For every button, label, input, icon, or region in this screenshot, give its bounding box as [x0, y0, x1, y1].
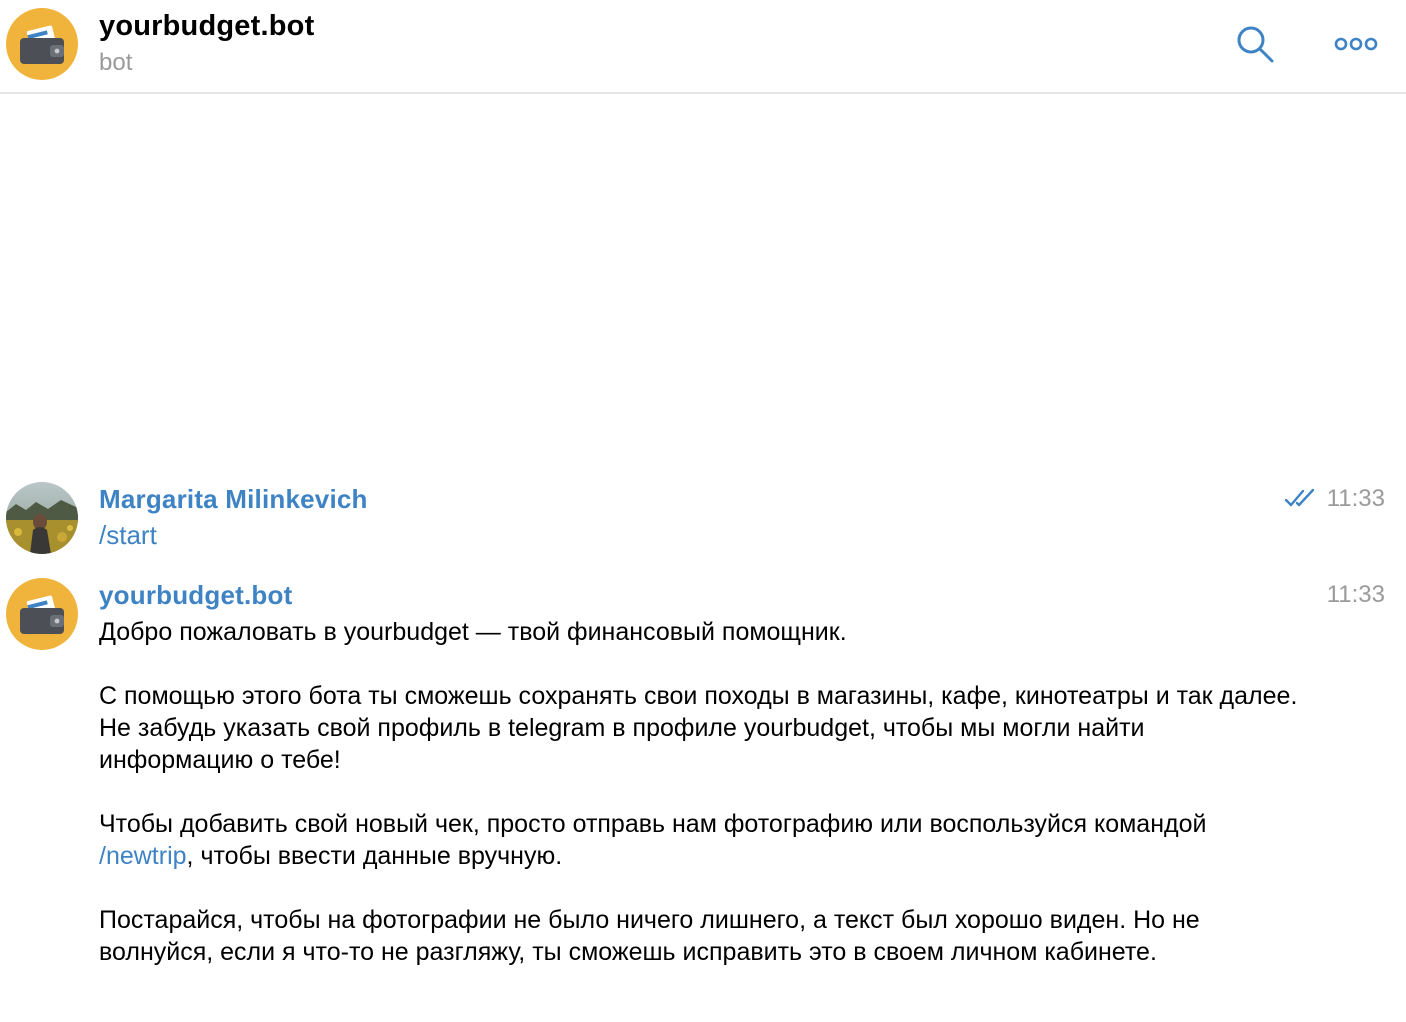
message-sender[interactable]: Margarita Milinkevich [99, 484, 368, 515]
chat-subtitle: bot [99, 49, 133, 76]
more-icon [1334, 37, 1378, 51]
message-time: 11:33 [1326, 581, 1385, 608]
bot-avatar[interactable] [6, 8, 78, 80]
user-avatar[interactable] [6, 482, 78, 554]
search-button[interactable] [1235, 24, 1275, 64]
chat-title: yourbudget.bot [99, 10, 315, 42]
start-command-link[interactable]: /start [99, 520, 157, 551]
search-icon [1237, 26, 1274, 63]
message-text: Добро пожаловать в yourbudget — твой фин… [99, 616, 1299, 1000]
message-item: yourbudget.bot 11:33 Добро пожаловать в … [0, 576, 1406, 1016]
welcome-paragraph: Добро пожаловать в yourbudget — твой фин… [99, 618, 847, 646]
user-photo-icon [6, 482, 78, 554]
tips-paragraph: Постарайся, чтобы на фотографии не было … [99, 906, 1200, 966]
chat-header: yourbudget.bot bot [0, 0, 1406, 94]
instructions-text-end: , чтобы ввести данные вручную. [186, 842, 563, 870]
description-paragraph: С помощью этого бота ты сможешь сохранят… [99, 682, 1298, 774]
instructions-paragraph: Чтобы добавить свой новый чек, просто от… [99, 808, 1299, 872]
read-double-check-icon [1284, 488, 1315, 507]
bot-avatar[interactable] [6, 578, 78, 650]
wallet-icon [20, 25, 64, 64]
newtrip-command-link[interactable]: /newtrip [99, 842, 187, 870]
more-options-button[interactable] [1333, 30, 1379, 58]
message-item: Margarita Milinkevich 11:33 /start [0, 480, 1406, 560]
message-sender[interactable]: yourbudget.bot [99, 580, 292, 611]
message-time: 11:33 [1326, 485, 1385, 512]
wallet-icon [20, 595, 64, 634]
instructions-text: Чтобы добавить свой новый чек, просто от… [99, 810, 1207, 838]
